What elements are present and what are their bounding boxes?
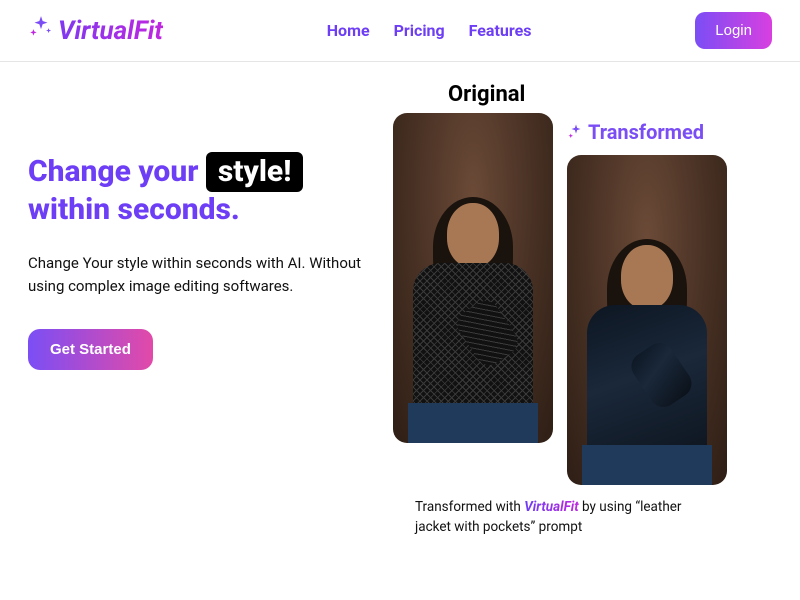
showcase-caption: Transformed with VirtualFit by using “le… <box>393 497 713 538</box>
brand-name: VirtualFit <box>58 16 163 46</box>
nav-pricing[interactable]: Pricing <box>394 21 445 40</box>
sparkle-icon <box>28 14 54 47</box>
main: Change your style! within seconds. Chang… <box>0 62 800 538</box>
transformed-text: Transformed <box>588 120 704 144</box>
nav-features[interactable]: Features <box>469 21 532 40</box>
main-nav: Home Pricing Features <box>327 21 532 40</box>
original-label: Original <box>448 82 800 107</box>
caption-brand: VirtualFit <box>524 499 578 515</box>
login-button[interactable]: Login <box>695 12 772 49</box>
get-started-button[interactable]: Get Started <box>28 329 153 370</box>
showcase: Original Transformed <box>373 82 800 538</box>
caption-a: Transformed with <box>415 499 524 515</box>
sparkle-icon <box>567 123 585 141</box>
headline-part-b: within seconds. <box>28 192 240 227</box>
brand-logo[interactable]: VirtualFit <box>28 14 163 47</box>
headline-part-a: Change your <box>28 154 206 189</box>
headline-highlight: style! <box>206 152 304 192</box>
hero-headline: Change your style! within seconds. <box>28 152 373 228</box>
hero-subtext: Change Your style within seconds with AI… <box>28 252 373 299</box>
nav-home[interactable]: Home <box>327 21 370 40</box>
transformed-label: Transformed <box>567 120 704 144</box>
header: VirtualFit Home Pricing Features Login <box>0 0 800 62</box>
transformed-image <box>567 155 727 485</box>
image-pair <box>393 113 800 485</box>
original-image <box>393 113 553 443</box>
hero-text: Change your style! within seconds. Chang… <box>28 82 373 538</box>
